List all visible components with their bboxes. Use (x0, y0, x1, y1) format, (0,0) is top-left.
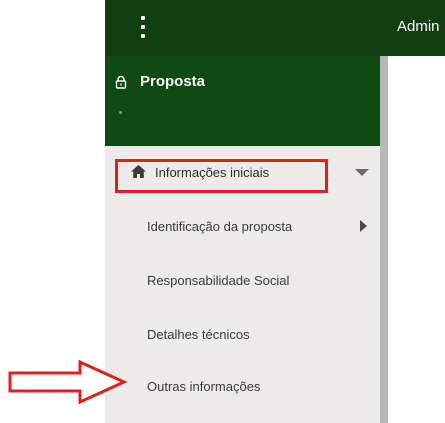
sidebar-item-label: Outras informações (147, 379, 261, 394)
sidebar-item-detalhes[interactable]: Detalhes técnicos (105, 316, 380, 352)
app-window: Admin Proposta Informações iniciais Iden… (0, 0, 445, 423)
sidebar-item-outras[interactable]: Outras informações (105, 368, 380, 404)
sidebar-item-informacoes-iniciais[interactable]: Informações iniciais (105, 154, 380, 193)
topbar-title: Admin (397, 18, 440, 35)
header-dot (119, 111, 122, 114)
sidebar-item-responsabilidade[interactable]: Responsabilidade Social (105, 262, 380, 298)
sidebar-item-label: Informações iniciais (155, 165, 270, 180)
sidebar-item-label: Responsabilidade Social (147, 273, 290, 288)
lock-icon (115, 75, 127, 89)
kebab-menu-icon[interactable] (140, 16, 146, 38)
sidebar-header: Proposta (105, 56, 385, 146)
red-arrow-icon (8, 360, 128, 404)
chevron-right-icon[interactable] (360, 220, 367, 232)
chevron-down-icon[interactable] (355, 169, 369, 176)
sidebar-scrollbar[interactable] (380, 56, 388, 423)
sidebar-item-label: Detalhes técnicos (147, 327, 250, 342)
sidebar-nav: Informações iniciais Identificação da pr… (105, 146, 380, 423)
top-bar: Admin (105, 0, 445, 56)
main-content (388, 56, 445, 423)
sidebar-item-label: Identificação da proposta (147, 219, 293, 234)
home-icon (131, 165, 146, 178)
sidebar-item-identificacao[interactable]: Identificação da proposta (105, 208, 380, 244)
sidebar-header-title: Proposta (140, 73, 206, 90)
